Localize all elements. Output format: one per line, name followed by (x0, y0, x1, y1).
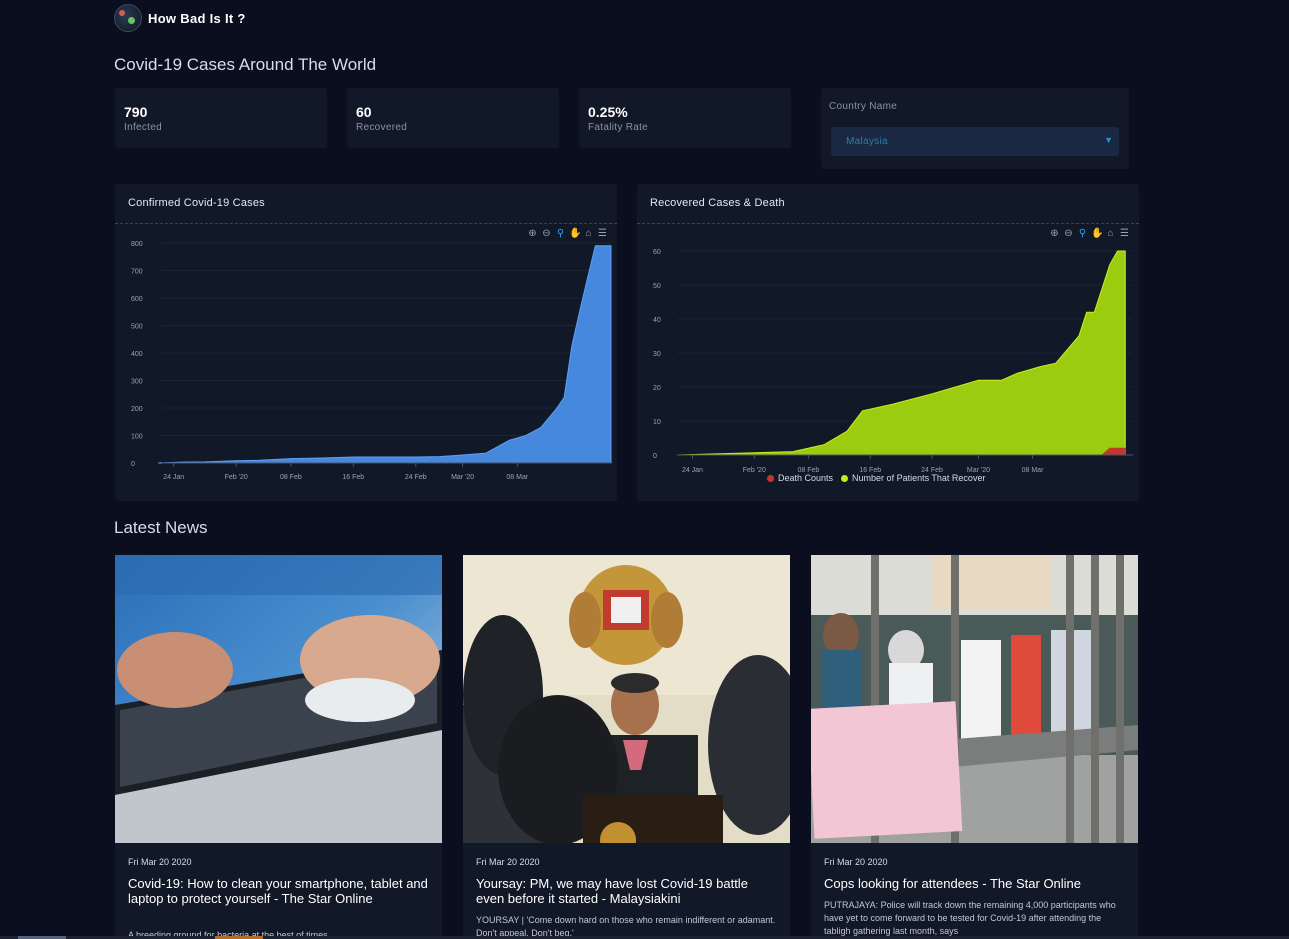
country-label: Country Name (829, 101, 898, 112)
stat-value: 0.25% (588, 104, 628, 120)
x-tick-label: 08 Mar (506, 474, 528, 481)
y-tick-label: 0 (653, 453, 657, 460)
y-tick-label: 200 (131, 406, 143, 413)
legend-dot (841, 475, 849, 483)
y-tick-label: 0 (131, 461, 135, 468)
x-tick-label: 24 Jan (163, 474, 184, 481)
series-area-confirmed (158, 245, 612, 464)
news-image-cleaning-tablet[interactable] (115, 555, 442, 843)
recovered-chart-card: Recovered Cases & Death ⊕ ⊖ ⚲ ✋ ⌂ ☰ 0 10 2… (637, 184, 1139, 501)
y-tick-label: 100 (131, 434, 143, 441)
x-tick-label: 16 Feb (342, 474, 364, 481)
x-tick-label: Feb '20 (225, 474, 248, 481)
y-tick-label: 40 (653, 317, 661, 324)
recovered-chart-svg: 010203040506024 Jan Feb '20 08 Feb 16 Feb 24… (653, 249, 1133, 474)
y-tick-label: 50 (653, 283, 661, 290)
y-tick-label: 60 (653, 249, 661, 256)
y-tick-label: 700 (131, 269, 143, 276)
x-tick-label: 24 Feb (405, 474, 427, 481)
confirmed-chart-svg: 0 100 200 300 400 500 600 700 800 24 Jan Feb '20 08… (131, 241, 612, 481)
news-date: Fri Mar 20 2020 (128, 857, 192, 867)
legend-item-recovered[interactable]: Number of Patients That Recover (841, 473, 985, 483)
stat-label: Infected (124, 122, 162, 133)
country-select[interactable]: Malaysia ▼ (831, 127, 1119, 156)
brand-name: How Bad Is It ? (148, 10, 246, 26)
y-tick-label: 30 (653, 351, 661, 358)
x-tick-label: 08 Feb (280, 474, 302, 481)
stat-label: Recovered (356, 122, 408, 133)
news-title[interactable]: Covid-19: How to clean your smartphone, … (128, 876, 428, 906)
y-tick-label: 10 (653, 419, 661, 426)
news-card[interactable]: Fri Mar 20 2020 Cops looking for attende… (811, 555, 1138, 939)
stat-value: 60 (356, 104, 372, 120)
legend-item-death[interactable]: Death Counts (767, 473, 833, 483)
stat-label: Fatality Rate (588, 122, 649, 133)
y-tick-label: 600 (131, 296, 143, 303)
news-card[interactable]: Fri Mar 20 2020 Yoursay: PM, we may have… (463, 555, 790, 939)
y-tick-label: 500 (131, 324, 143, 331)
y-tick-label: 400 (131, 351, 143, 358)
x-tick-label: Mar '20 (451, 474, 474, 481)
news-section-title: Latest News (114, 518, 208, 537)
stat-card-recovered: 60 Recovered (347, 88, 559, 148)
country-select-value: Malaysia (846, 136, 888, 147)
legend-label: Number of Patients That Recover (852, 473, 986, 483)
y-tick-label: 800 (131, 241, 143, 248)
news-card[interactable]: Fri Mar 20 2020 Covid-19: How to clean y… (115, 555, 442, 939)
x-tick-label: 24 Jan (682, 467, 703, 474)
news-date: Fri Mar 20 2020 (476, 857, 540, 867)
stat-card-infected: 790 Infected (115, 88, 327, 148)
news-image-press-conference[interactable] (463, 555, 790, 843)
chevron-down-icon[interactable]: ▼ (1104, 135, 1113, 145)
confirmed-chart-card: Confirmed Covid-19 Cases ⊕ ⊖ ⚲ ✋ ⌂ ☰ 0 10… (115, 184, 617, 501)
stat-card-fatality: 0.25% Fatality Rate (579, 88, 791, 148)
x-tick-label: Feb '20 (743, 467, 766, 474)
news-description: PUTRAJAYA: Police will track down the re… (824, 900, 1116, 936)
country-picker-card: Country Name Malaysia ▼ (821, 88, 1129, 169)
stat-value: 790 (124, 104, 148, 120)
news-title[interactable]: Cops looking for attendees - The Star On… (824, 876, 1124, 891)
y-tick-label: 300 (131, 379, 143, 386)
chart-legend: Death Counts Number of Patients That Rec… (767, 473, 985, 483)
y-tick-label: 20 (653, 385, 661, 392)
legend-label: Death Counts (778, 473, 834, 483)
news-title[interactable]: Yoursay: PM, we may have lost Covid-19 b… (476, 876, 776, 906)
x-tick-label: 08 Mar (1022, 467, 1044, 474)
world-section-title: Covid-19 Cases Around The World (114, 55, 377, 74)
legend-dot (767, 475, 774, 483)
virus-logo-icon (114, 4, 142, 32)
news-image-mosque-gate[interactable] (811, 555, 1138, 843)
news-date: Fri Mar 20 2020 (824, 857, 888, 867)
brand[interactable]: How Bad Is It ? (114, 4, 246, 32)
